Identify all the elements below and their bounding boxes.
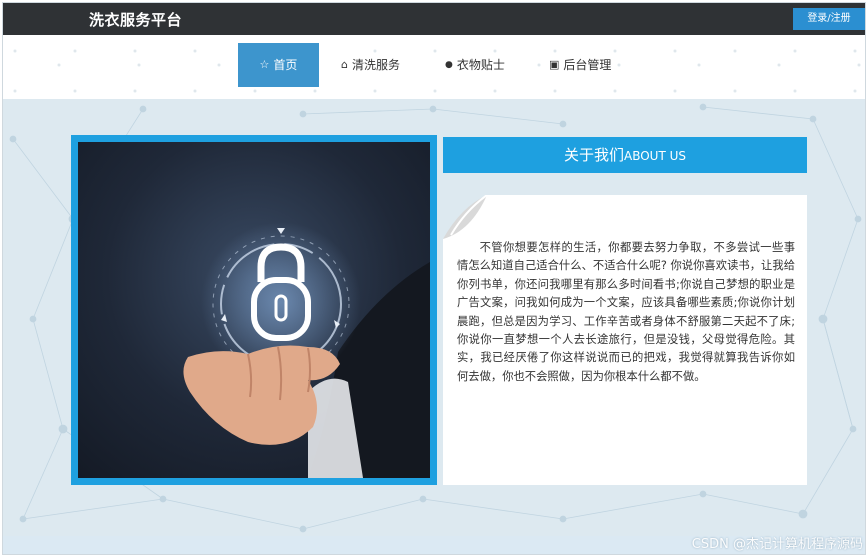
nav-item-cleaning-service[interactable]: ⌂ 清洗服务 — [341, 43, 400, 87]
nav-item-label: 首页 — [273, 58, 298, 72]
padlock-hand-illustration — [183, 222, 430, 478]
about-title-cn: 关于我们 — [563, 146, 624, 164]
hand-with-padlock-image — [78, 142, 430, 478]
site-title: 洗衣服务平台 — [89, 11, 183, 29]
nav-item-home[interactable]: ☆ 首页 — [238, 43, 319, 87]
csdn-watermark: CSDN @杰记计算机程序源码 — [691, 537, 863, 552]
about-us-heading: 关于我们ABOUT US — [443, 137, 807, 173]
security-image-frame — [71, 135, 437, 485]
main-nav: ☆ 首页 ⌂ 清洗服务 ● 衣物贴士 ▣ 后台管理 — [3, 35, 865, 99]
page-curl-decoration — [443, 195, 487, 239]
top-bar: 洗衣服务平台 登录/注册 — [3, 3, 865, 35]
info-icon: ● — [445, 60, 453, 70]
footer-strip: CSDN @杰记计算机程序源码 — [3, 536, 865, 554]
about-text-card: 不管你想要怎样的生活，你都要去努力争取，不多尝试一些事情怎么知道自己适合什么、不… — [443, 195, 807, 485]
nav-item-label: 清洗服务 — [351, 58, 400, 72]
dashboard-icon: ▣ — [549, 58, 560, 71]
about-title-en: ABOUT US — [624, 149, 687, 163]
login-register-button[interactable]: 登录/注册 — [793, 8, 865, 30]
basket-icon: ⌂ — [341, 58, 348, 71]
star-icon: ☆ — [259, 58, 270, 71]
page-frame: 洗衣服务平台 登录/注册 ☆ 首页 ⌂ 清洗服务 ● 衣物贴士 ▣ 后台管理 关… — [2, 2, 866, 555]
nav-item-clothing-tips[interactable]: ● 衣物贴士 — [445, 43, 505, 87]
about-section: 关于我们ABOUT US 不管你想要怎样的生活，你都要去努力争取，不多尝试一些事… — [3, 99, 865, 536]
nav-item-label: 衣物贴士 — [456, 58, 505, 72]
about-paragraph: 不管你想要怎样的生活，你都要去努力争取，不多尝试一些事情怎么知道自己适合什么、不… — [457, 241, 795, 383]
nav-item-admin[interactable]: ▣ 后台管理 — [549, 43, 611, 87]
nav-item-label: 后台管理 — [563, 58, 612, 72]
